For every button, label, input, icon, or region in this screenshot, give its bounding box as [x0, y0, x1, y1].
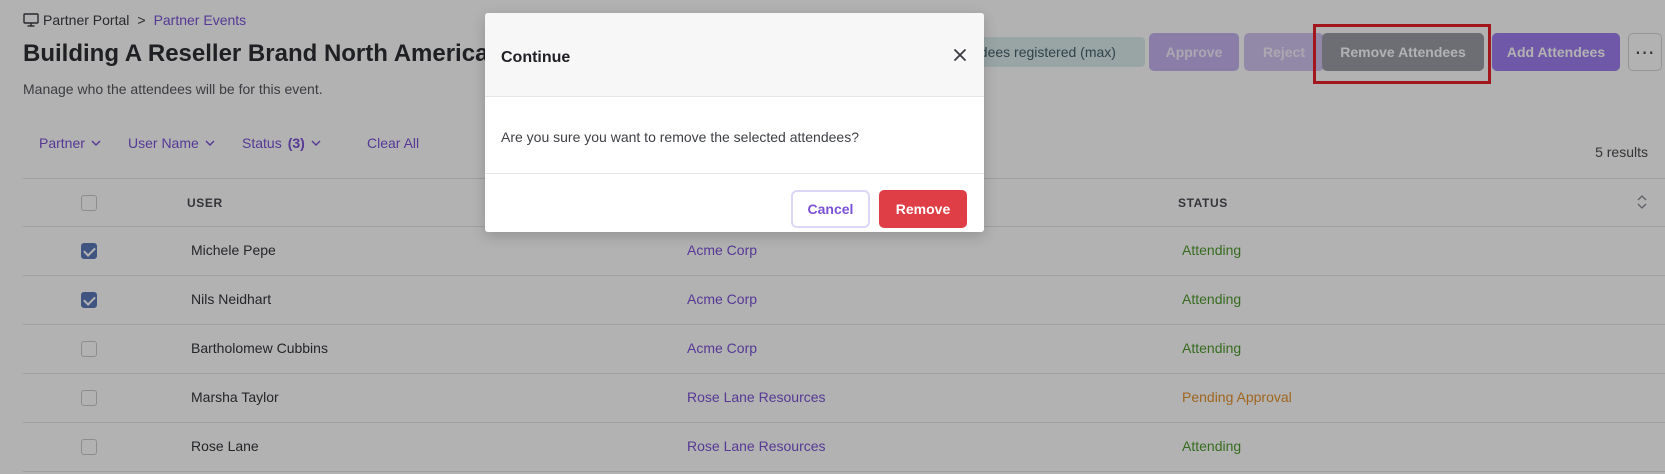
dialog-message: Are you sure you want to remove the sele… — [501, 129, 859, 145]
close-icon[interactable] — [952, 47, 968, 63]
dialog-title: Continue — [501, 49, 571, 66]
confirm-dialog: Continue Are you sure you want to remove… — [485, 13, 984, 232]
page: Partner Portal > Partner Events Building… — [0, 0, 1665, 474]
dialog-footer: Cancel Remove — [485, 174, 984, 232]
dialog-body: Are you sure you want to remove the sele… — [485, 97, 984, 174]
remove-button[interactable]: Remove — [879, 190, 967, 228]
dialog-header: Continue — [485, 13, 984, 97]
cancel-button[interactable]: Cancel — [791, 190, 870, 228]
